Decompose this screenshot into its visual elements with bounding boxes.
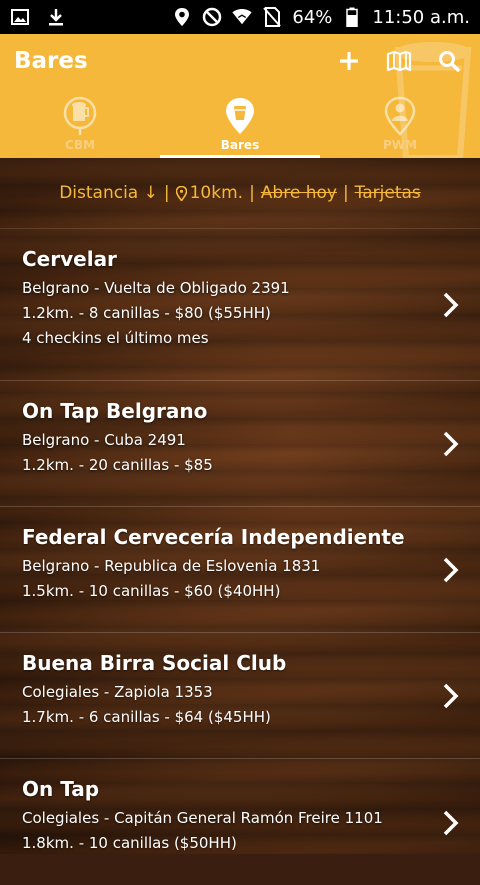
- bar-name: On Tap Belgrano: [22, 399, 208, 423]
- beer-mug-icon: [63, 96, 97, 135]
- tab-label: Bares: [220, 138, 260, 152]
- chevron-right-icon: [443, 557, 459, 582]
- tab-label: PWM: [383, 138, 417, 152]
- radius-filter[interactable]: 10km.: [175, 183, 244, 203]
- battery-percent: 64%: [292, 6, 333, 28]
- radius-value: 10km.: [189, 183, 244, 203]
- bar-address: Belgrano - Cuba 2491: [22, 431, 186, 449]
- list-item[interactable]: On Tap Colegiales - Capitán General Ramó…: [0, 759, 480, 885]
- clock: 11:50 a.m.: [372, 6, 470, 28]
- tab-cbm[interactable]: CBM: [0, 92, 160, 158]
- wifi-icon: [232, 7, 252, 27]
- chevron-right-icon: [443, 431, 459, 456]
- bar-pin-icon: [226, 98, 254, 134]
- page-title: Bares: [14, 48, 88, 74]
- list-item[interactable]: Federal Cervecería Independiente Belgran…: [0, 507, 480, 633]
- bar-address: Belgrano - Republica de Eslovenia 1831: [22, 557, 321, 575]
- bar-address: Belgrano - Vuelta de Obligado 2391: [22, 279, 290, 297]
- status-bar: 64% 11:50 a.m.: [0, 0, 480, 34]
- chevron-right-icon: [443, 683, 459, 708]
- chevron-right-icon: [443, 292, 459, 317]
- tab-pwm[interactable]: PWM: [320, 92, 480, 158]
- person-pin-icon: [384, 96, 416, 136]
- bar-checkins: 4 checkins el último mes: [22, 329, 209, 347]
- search-icon[interactable]: [436, 48, 462, 74]
- divider: |: [249, 183, 255, 203]
- app-header: Bares CBM Bares PWM: [0, 34, 480, 158]
- battery-icon: [342, 7, 362, 27]
- bar-address: Colegiales - Capitán General Ramón Freir…: [22, 809, 383, 827]
- no-sim-icon: [262, 7, 282, 27]
- map-icon[interactable]: [386, 48, 412, 74]
- location-icon: [172, 7, 192, 27]
- tab-bar: CBM Bares PWM: [0, 92, 480, 158]
- chevron-right-icon: [443, 810, 459, 836]
- list-item[interactable]: On Tap Belgrano Belgrano - Cuba 2491 1.2…: [0, 381, 480, 507]
- list-item[interactable]: Buena Birra Social Club Colegiales - Zap…: [0, 633, 480, 759]
- cards-filter[interactable]: Tarjetas: [355, 183, 421, 203]
- pin-icon: [175, 185, 187, 201]
- divider: |: [163, 183, 170, 203]
- tab-bares[interactable]: Bares: [160, 92, 320, 158]
- sort-distance-filter[interactable]: Distancia ↓: [59, 183, 158, 203]
- bar-details: 1.7km. - 6 canillas - $64 ($45HH): [22, 708, 271, 726]
- bar-name: On Tap: [22, 777, 100, 801]
- bar-details: 1.2km. - 20 canillas - $85: [22, 456, 213, 474]
- bar-address: Colegiales - Zapiola 1353: [22, 683, 213, 701]
- filter-bar: Distancia ↓ | 10km. | Abre hoy | Tarjeta…: [0, 158, 480, 229]
- tab-label: CBM: [65, 138, 95, 152]
- add-icon[interactable]: [336, 48, 362, 74]
- bar-details: 1.5km. - 10 canillas - $60 ($40HH): [22, 582, 281, 600]
- list-item[interactable]: Cervelar Belgrano - Vuelta de Obligado 2…: [0, 229, 480, 381]
- bar-name: Federal Cervecería Independiente: [22, 525, 405, 549]
- bar-name: Cervelar: [22, 247, 117, 271]
- image-icon: [10, 7, 30, 27]
- divider: |: [342, 183, 349, 203]
- bar-list-container: Distancia ↓ | 10km. | Abre hoy | Tarjeta…: [0, 158, 480, 854]
- download-icon: [46, 7, 66, 27]
- bar-details: 1.2km. - 8 canillas - $80 ($55HH): [22, 304, 271, 322]
- bar-name: Buena Birra Social Club: [22, 651, 287, 675]
- block-icon: [202, 7, 222, 27]
- open-today-filter[interactable]: Abre hoy: [261, 183, 337, 203]
- bar-details: 1.8km. - 10 canillas ($50HH): [22, 834, 237, 852]
